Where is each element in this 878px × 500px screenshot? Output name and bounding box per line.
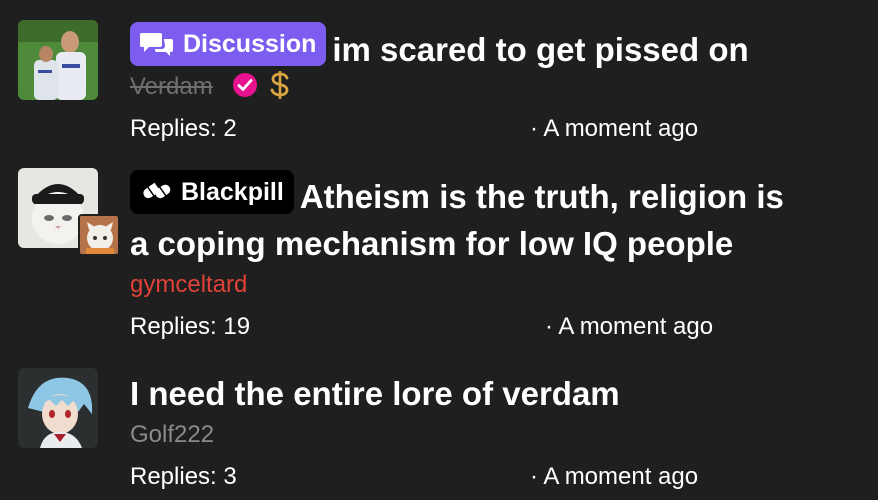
thread-title-text: im scared to get pissed on xyxy=(332,31,749,68)
thread-title[interactable]: Discussion im scared to get pissed on xyxy=(130,22,858,74)
avatar[interactable] xyxy=(18,368,98,448)
thread-item[interactable]: I need the entire lore of verdam Golf222… xyxy=(0,350,878,500)
pill-capsule-icon xyxy=(140,179,172,205)
thread-title[interactable]: I need the entire lore of verdam xyxy=(130,370,858,418)
author-name[interactable]: Golf222 xyxy=(130,420,214,450)
author-badges xyxy=(232,70,292,103)
replies-count: Replies: 19 xyxy=(130,313,251,340)
dollar-sign-icon xyxy=(268,69,292,106)
avatar[interactable] xyxy=(18,20,98,100)
verified-check-icon xyxy=(232,72,258,103)
thread-title[interactable]: Blackpill Atheism is the truth, religion… xyxy=(130,170,858,221)
tag-label: Discussion xyxy=(183,30,317,58)
tag-blackpill[interactable]: Blackpill xyxy=(130,170,294,214)
replies-count: Replies: 3 xyxy=(130,463,237,490)
thread-title-continued[interactable]: a coping mechanism for low IQ people xyxy=(130,220,858,268)
chat-bubbles-icon xyxy=(140,30,174,58)
tag-discussion[interactable]: Discussion xyxy=(130,22,327,66)
timestamp: · A moment ago xyxy=(530,463,699,490)
thread-title-text: Atheism is the truth, religion is xyxy=(299,178,784,215)
thread-item[interactable]: Discussion im scared to get pissed on Ve… xyxy=(0,0,878,150)
tag-label: Blackpill xyxy=(181,178,284,206)
author-name[interactable]: Verdam xyxy=(130,72,213,102)
timestamp: · A moment ago xyxy=(530,115,699,142)
badge-avatar xyxy=(78,214,120,256)
thread-item[interactable]: Blackpill Atheism is the truth, religion… xyxy=(0,150,878,350)
timestamp: · A moment ago xyxy=(545,313,714,340)
replies-count: Replies: 2 xyxy=(130,115,237,142)
author-name[interactable]: gymceltard xyxy=(130,270,247,300)
thread-title-text: I need the entire lore of verdam xyxy=(130,375,620,412)
